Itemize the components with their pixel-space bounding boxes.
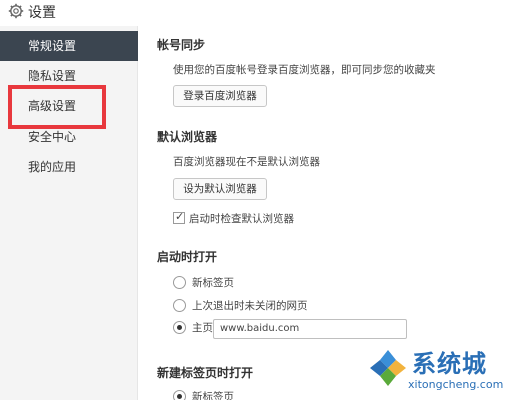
login-browser-button[interactable]: 登录百度浏览器: [173, 85, 267, 107]
check-default-on-start-label: 启动时检查默认浏览器: [189, 213, 294, 225]
new-tab-option-label: 新标签页: [192, 391, 234, 400]
homepage-url-input[interactable]: www.baidu.com: [213, 319, 407, 339]
default-browser-title: 默认浏览器: [157, 130, 218, 144]
startup-title: 启动时打开: [157, 250, 218, 264]
sidebar-item-general[interactable]: 常规设置: [0, 31, 138, 61]
new-tab-option-radio[interactable]: [173, 390, 186, 400]
startup-new-tab-radio[interactable]: [173, 276, 186, 289]
sidebar-item-my-apps[interactable]: 我的应用: [0, 152, 138, 182]
startup-new-tab-label: 新标签页: [192, 277, 234, 289]
checkmark-icon: ✓: [175, 210, 185, 223]
watermark-logo-icon: [370, 350, 406, 386]
watermark-url: xitongcheng.com: [408, 378, 504, 391]
watermark: 系统城 xitongcheng.com: [360, 340, 519, 400]
set-default-browser-button[interactable]: 设为默认浏览器: [173, 178, 267, 200]
new-tab-title: 新建标签页时打开: [157, 366, 254, 380]
startup-restore-radio[interactable]: [173, 299, 186, 312]
page-title: 设置: [28, 5, 56, 21]
check-default-on-start-checkbox[interactable]: ✓: [173, 210, 185, 224]
account-sync-title: 帐号同步: [157, 38, 206, 52]
highlight-box: [8, 85, 106, 129]
account-sync-desc: 使用您的百度帐号登录百度浏览器，即可同步您的收藏夹: [173, 64, 436, 76]
startup-homepage-radio[interactable]: [173, 321, 186, 334]
default-browser-desc: 百度浏览器现在不是默认浏览器: [173, 156, 320, 168]
watermark-brand: 系统城: [412, 350, 487, 378]
title-bar: 设置: [0, 0, 519, 26]
startup-restore-label: 上次退出时未关闭的网页: [192, 300, 308, 312]
sidebar: 常规设置 隐私设置 高级设置 安全中心 我的应用: [0, 26, 138, 400]
gear-icon: [8, 3, 24, 19]
startup-homepage-label: 主页: [192, 322, 213, 334]
